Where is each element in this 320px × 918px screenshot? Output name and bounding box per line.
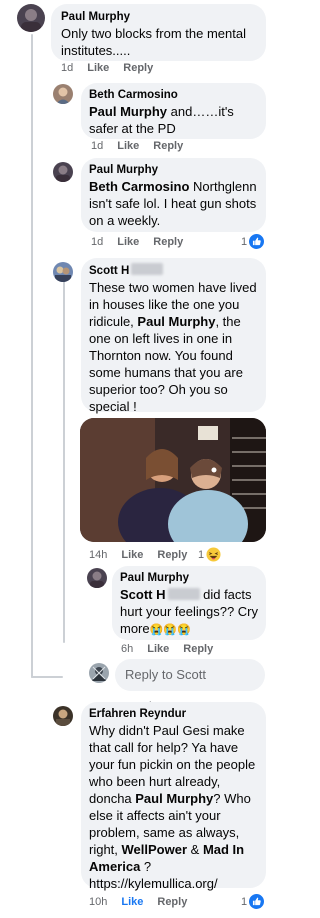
comment-bubble: Paul Murphy Scott H did facts hurt your … [112,566,266,640]
comment-actions: 10h Like Reply [89,896,201,908]
like-button[interactable]: Like [87,62,109,74]
comment-text: Beth Carmosino Northglenn isn't safe lol… [89,179,257,228]
like-button[interactable]: Like [117,140,139,152]
reaction-summary[interactable]: 1 [198,547,221,562]
avatar[interactable] [53,262,73,282]
thread-line [31,676,63,678]
comment-author[interactable]: Scott H [89,263,258,279]
mention-link[interactable]: Scott H [120,587,200,602]
comment-author[interactable]: Paul Murphy [89,163,258,178]
comment-timestamp[interactable]: 6h [121,643,133,655]
comment-bubble: Paul Murphy Beth Carmosino Northglenn is… [81,158,266,232]
reply-button[interactable]: Reply [123,62,153,74]
comment-author[interactable]: Beth Carmosino [89,88,258,103]
mention-link[interactable]: Paul Murphy [137,314,215,329]
current-user-avatar [89,663,109,683]
comment-timestamp[interactable]: 14h [89,549,107,561]
comment-author[interactable]: Paul Murphy [120,571,258,586]
reaction-count: 1 [241,235,248,248]
comment-author[interactable]: Erfahren Reyndur [89,707,258,722]
avatar[interactable] [53,706,73,726]
mention-link[interactable]: Paul Murphy [89,104,167,119]
like-button[interactable]: Like [121,549,143,561]
like-button[interactable]: Like [117,236,139,248]
comment-actions: 1d Like Reply [91,236,197,248]
reply-input[interactable]: Reply to Scott Hughes… [115,659,265,714]
comment-actions: 1d Like Reply [91,140,197,152]
comment-bubble: Paul Murphy Only two blocks from the men… [51,4,266,61]
comment-actions: 6h Like Reply [121,643,227,655]
reaction-summary[interactable]: 1 [241,894,265,909]
reaction-count: 1 [198,548,205,561]
like-button[interactable]: Like [121,896,143,908]
comment-text: Why didn't Paul Gesi make that call for … [89,723,256,891]
comment-author[interactable]: Paul Murphy [61,10,256,25]
comment-bubble: Scott H These two women have lived in ho… [81,258,266,414]
avatar[interactable] [53,84,73,104]
redaction-blur [131,263,164,275]
comment-actions: 14h Like Reply [89,549,201,561]
comment-text: Only two blocks from the mental institut… [61,26,246,58]
reply-button[interactable]: Reply [183,643,213,655]
reply-button[interactable]: Reply [157,549,187,561]
mention-link[interactable]: Paul Murphy [135,791,213,806]
thread-line [31,34,33,678]
crying-emoji: 😭😭😭 [149,624,191,636]
avatar[interactable] [53,162,73,182]
like-button[interactable]: Like [147,643,169,655]
avatar[interactable] [87,568,107,588]
reply-button[interactable]: Reply [157,896,187,908]
mention-link[interactable]: WellPower [122,842,188,857]
mention-link[interactable]: Beth Carmosino [89,179,189,194]
comment-text: These two women have lived in houses lik… [89,280,257,414]
redaction-blur [167,588,200,600]
like-icon [249,894,265,909]
comment-timestamp[interactable]: 1d [91,236,103,248]
comment-timestamp[interactable]: 1d [91,140,103,152]
like-icon [249,234,265,249]
haha-icon [206,547,221,562]
reply-button[interactable]: Reply [153,236,183,248]
comment-bubble: Beth Carmosino Paul Murphy and……it's saf… [81,83,266,139]
comment-timestamp[interactable]: 10h [89,896,107,908]
thread-line [63,279,65,643]
comment-bubble: Erfahren Reyndur Why didn't Paul Gesi ma… [81,702,266,891]
reply-button[interactable]: Reply [153,140,183,152]
comment-timestamp[interactable]: 1d [61,62,73,74]
comment-photo[interactable] [80,418,266,542]
comment-actions: 1d Like Reply [61,62,167,74]
reaction-summary[interactable]: 1 [241,234,265,249]
reaction-count: 1 [241,895,248,908]
comment-text: Paul Murphy and……it's safer at the PD [89,104,234,136]
comment-text: Scott H did facts hurt your feelings?? C… [120,587,259,636]
avatar[interactable] [17,4,45,32]
